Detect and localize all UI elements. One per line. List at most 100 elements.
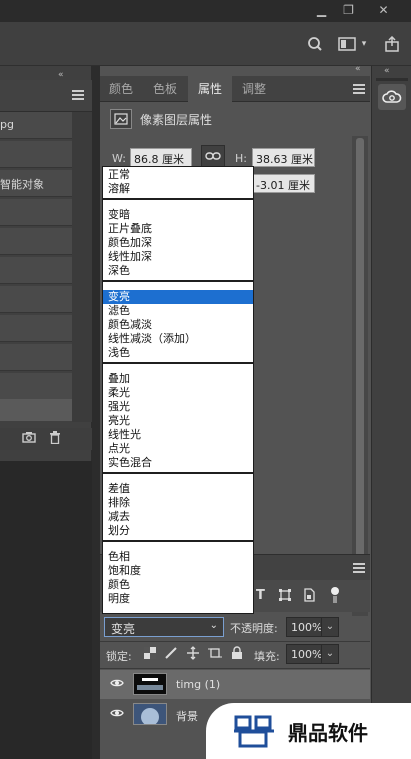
list-item[interactable] bbox=[0, 344, 72, 371]
properties-scrollbar[interactable] bbox=[352, 136, 368, 616]
left-panel-footer bbox=[0, 428, 92, 450]
list-item[interactable] bbox=[0, 257, 72, 284]
filter-toggle-icon[interactable] bbox=[330, 586, 340, 607]
canvas-area bbox=[0, 461, 92, 759]
opacity-dropdown-icon[interactable]: ⌄ bbox=[321, 617, 339, 637]
panel-tabs: 颜色 色板 属性 调整 bbox=[100, 76, 370, 102]
tab-properties[interactable]: 属性 bbox=[188, 76, 232, 102]
blend-mode-group: 叠加 柔光 强光 亮光 线性光 点光 实色混合 bbox=[103, 372, 253, 470]
blend-mode-option[interactable]: 线性加深 bbox=[103, 250, 253, 264]
lock-transparency-icon[interactable] bbox=[144, 647, 156, 662]
collapse-icon[interactable]: « bbox=[384, 66, 390, 76]
left-panel: « pg 智能对象 bbox=[0, 66, 92, 759]
list-item[interactable] bbox=[0, 199, 72, 226]
workspace-icon[interactable] bbox=[336, 34, 358, 54]
y-field[interactable]: -3.01 厘米 bbox=[252, 174, 315, 193]
blend-mode-option[interactable]: 划分 bbox=[103, 524, 253, 538]
creative-cloud-icon[interactable] bbox=[378, 84, 406, 110]
list-item[interactable] bbox=[0, 373, 72, 400]
blend-mode-option[interactable]: 明度 bbox=[103, 592, 253, 606]
blend-mode-select[interactable]: 变亮 ⌄ bbox=[104, 617, 224, 637]
blend-mode-option[interactable]: 线性光 bbox=[103, 428, 253, 442]
blend-mode-option[interactable]: 柔光 bbox=[103, 386, 253, 400]
scrollbar-thumb[interactable] bbox=[356, 138, 364, 588]
lock-all-icon[interactable] bbox=[231, 646, 243, 663]
layer-thumbnail bbox=[133, 703, 167, 726]
blend-mode-option[interactable]: 饱和度 bbox=[103, 564, 253, 578]
blend-mode-dropdown[interactable]: 正常 溶解变暗 正片叠底 颜色加深 线性加深 深色变亮 滤色 颜色减淡 线性减淡（添加） 浅色叠加… bbox=[102, 166, 254, 614]
selected-list-item[interactable] bbox=[0, 399, 72, 421]
link-icon[interactable] bbox=[201, 145, 225, 167]
eye-icon[interactable] bbox=[110, 677, 124, 692]
blend-mode-option[interactable]: 色相 bbox=[103, 550, 253, 564]
list-item[interactable]: 智能对象 bbox=[0, 170, 72, 197]
left-panel-scrollbar[interactable] bbox=[72, 112, 92, 422]
blend-mode-group: 差值 排除 减去 划分 bbox=[103, 482, 253, 538]
dropdown-divider bbox=[103, 198, 253, 200]
blend-mode-option[interactable]: 颜色加深 bbox=[103, 236, 253, 250]
lock-pixels-icon[interactable] bbox=[164, 646, 178, 663]
smart-object-filter-icon[interactable] bbox=[303, 588, 315, 605]
eye-icon[interactable] bbox=[110, 707, 124, 722]
layer-row[interactable]: timg (1) bbox=[100, 670, 370, 699]
blend-mode-option[interactable]: 深色 bbox=[103, 264, 253, 278]
list-item[interactable] bbox=[0, 315, 72, 342]
share-icon[interactable] bbox=[382, 34, 402, 54]
blend-mode-group: 变暗 正片叠底 颜色加深 线性加深 深色 bbox=[103, 208, 253, 278]
blend-mode-option[interactable]: 减去 bbox=[103, 510, 253, 524]
blend-mode-option[interactable]: 溶解 bbox=[103, 182, 253, 196]
panel-menu-icon[interactable] bbox=[72, 90, 86, 102]
blend-mode-option[interactable]: 点光 bbox=[103, 442, 253, 456]
blend-mode-option[interactable]: 强光 bbox=[103, 400, 253, 414]
blend-mode-option[interactable]: 叠加 bbox=[103, 372, 253, 386]
blend-mode-option[interactable]: 变亮 bbox=[103, 290, 253, 304]
minimize-icon[interactable]: ▁ bbox=[308, 0, 335, 20]
blend-mode-option[interactable]: 线性减淡（添加） bbox=[103, 332, 253, 346]
collapse-icon[interactable]: « bbox=[355, 64, 361, 74]
width-field[interactable]: 86.8 厘米 bbox=[130, 148, 192, 167]
properties-title: 像素图层属性 bbox=[110, 108, 212, 130]
list-item[interactable] bbox=[0, 286, 72, 313]
camera-icon[interactable] bbox=[22, 431, 36, 446]
list-item[interactable]: pg bbox=[0, 112, 72, 139]
blend-mode-option[interactable]: 浅色 bbox=[103, 346, 253, 360]
blend-mode-option[interactable]: 实色混合 bbox=[103, 456, 253, 470]
fill-dropdown-icon[interactable]: ⌄ bbox=[321, 644, 339, 664]
panel-menu-icon[interactable] bbox=[353, 563, 365, 576]
layer-name[interactable]: 背景 bbox=[176, 708, 198, 724]
restore-icon[interactable]: ❐ bbox=[335, 0, 362, 20]
blend-mode-option[interactable]: 差值 bbox=[103, 482, 253, 496]
list-item[interactable] bbox=[0, 141, 72, 168]
blend-mode-option[interactable]: 正常 bbox=[103, 168, 253, 182]
trash-icon[interactable] bbox=[49, 431, 61, 447]
dropdown-divider bbox=[103, 280, 253, 282]
blend-mode-option[interactable]: 变暗 bbox=[103, 208, 253, 222]
tab-color[interactable]: 颜色 bbox=[100, 76, 142, 102]
blend-mode-option[interactable]: 滤色 bbox=[103, 304, 253, 318]
collapse-icon[interactable]: « bbox=[58, 70, 64, 80]
height-field[interactable]: 38.63 厘米 bbox=[252, 148, 315, 167]
blend-mode-option[interactable]: 排除 bbox=[103, 496, 253, 510]
right-panel-strip: « bbox=[371, 66, 411, 759]
type-filter-icon[interactable]: T bbox=[256, 588, 265, 603]
chevron-down-icon[interactable]: ▾ bbox=[358, 36, 370, 52]
close-icon[interactable]: ✕ bbox=[370, 0, 397, 20]
panel-menu-icon[interactable] bbox=[353, 84, 365, 97]
tab-swatches[interactable]: 色板 bbox=[142, 76, 188, 102]
tab-adjustments[interactable]: 调整 bbox=[232, 76, 276, 102]
blend-mode-group: 色相 饱和度 颜色 明度 bbox=[103, 550, 253, 606]
layer-name[interactable]: timg (1) bbox=[176, 678, 220, 691]
lock-position-icon[interactable] bbox=[186, 646, 200, 663]
blend-mode-option[interactable]: 正片叠底 bbox=[103, 222, 253, 236]
blend-mode-option[interactable]: 颜色 bbox=[103, 578, 253, 592]
dropdown-divider bbox=[103, 472, 253, 474]
shape-filter-icon[interactable] bbox=[278, 588, 292, 605]
blend-mode-option[interactable]: 亮光 bbox=[103, 414, 253, 428]
divider bbox=[100, 641, 370, 642]
lock-artboard-icon[interactable] bbox=[208, 646, 222, 663]
dropdown-divider bbox=[103, 540, 253, 542]
search-icon[interactable] bbox=[305, 34, 325, 54]
blend-mode-option[interactable]: 颜色减淡 bbox=[103, 318, 253, 332]
options-bar: ▾ bbox=[0, 22, 411, 66]
list-item[interactable] bbox=[0, 228, 72, 255]
